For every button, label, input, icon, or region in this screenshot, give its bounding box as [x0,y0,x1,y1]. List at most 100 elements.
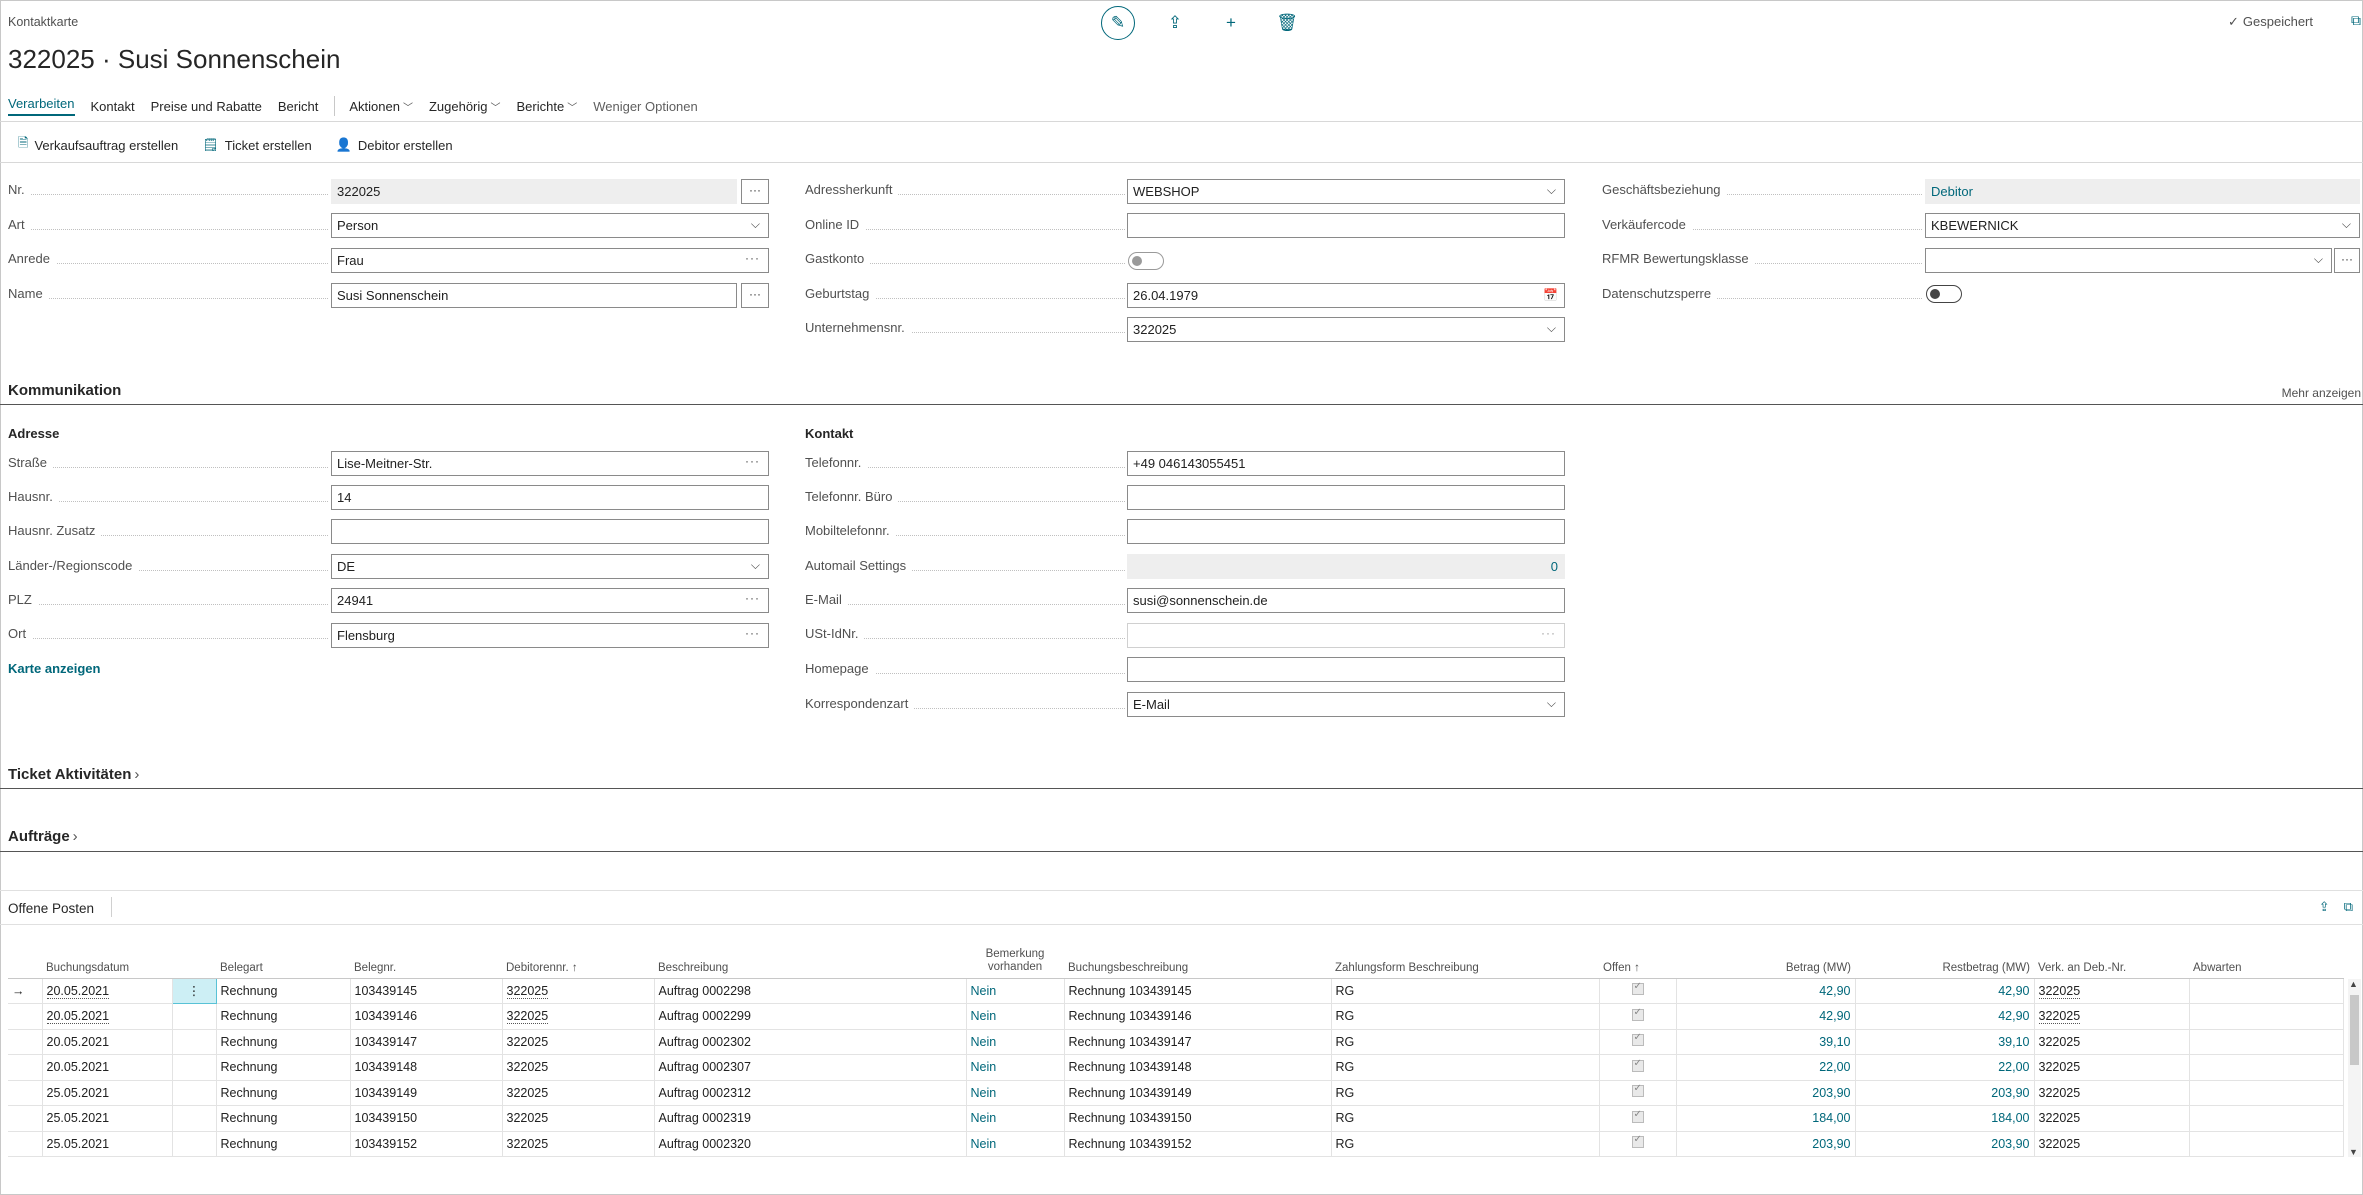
col-belegart[interactable]: Belegart [216,940,350,979]
rfmr-assist-button[interactable]: ··· [2334,248,2360,273]
automail-field[interactable]: 0 [1127,554,1565,579]
row-menu[interactable] [172,1105,217,1132]
homepage-field[interactable] [1127,657,1565,682]
ticket-aktivitaeten-header[interactable]: Ticket Aktivitäten › [8,766,139,783]
col-verk-an-deb[interactable]: Verk. an Deb.-Nr. [2034,940,2189,979]
geschaeftsbeziehung-field[interactable]: Debitor [1925,179,2360,204]
open-new-window-icon[interactable]: ⧉ [2351,12,2361,29]
cell-bemerkung[interactable]: Nein [966,1105,1065,1132]
cell-bemerkung-text[interactable]: Nein [971,984,997,998]
verkaeufercode-select[interactable]: KBEWERNICK ⌵ [1925,213,2360,238]
show-more-link[interactable]: Mehr anzeigen [2282,386,2361,400]
col-beschreibung[interactable]: Beschreibung [654,940,966,979]
create-debitor-button[interactable]: 👤 Debitor erstellen [336,137,453,153]
hausnr-zusatz-field[interactable] [331,519,769,544]
delete-trash-icon[interactable]: 🗑 [1269,6,1305,40]
row-menu[interactable] [172,1131,217,1157]
col-zahlungsform[interactable]: Zahlungsform Beschreibung [1331,940,1599,979]
nr-assist-button[interactable]: ··· [741,179,769,204]
row-menu[interactable]: ⋮ [171,977,217,1004]
cell-bemerkung-text[interactable]: Nein [971,1111,997,1125]
menu-verarbeiten[interactable]: Verarbeiten [8,96,75,116]
art-select[interactable]: Person ⌵ [331,213,769,238]
add-icon[interactable]: + [1213,6,1249,40]
cell-bemerkung-text[interactable]: Nein [971,1035,997,1049]
more-vertical-icon[interactable]: ⋮ [188,984,201,998]
share-icon[interactable]: ⇪ [1157,6,1193,40]
table-row[interactable]: 20.05.2021 Rechnung 103439147 322025 Auftrag… [8,1029,2344,1055]
open-new-window-icon[interactable]: ⧉ [2344,899,2353,915]
menu-berichte[interactable]: Berichte ﹀ [517,99,578,114]
cell-bemerkung[interactable]: Nein [966,1029,1065,1055]
unternehmensnr-select[interactable]: 322025 ⌵ [1127,317,1565,342]
share-icon[interactable]: ⇪ [2319,899,2330,915]
korrespondenz-select[interactable]: E-Mail ⌵ [1127,692,1565,717]
kommunikation-header[interactable]: Kommunikation [8,382,121,399]
cell-bemerkung[interactable]: Nein [966,1003,1065,1030]
gastkonto-toggle[interactable] [1128,252,1164,270]
table-row[interactable]: → 20.05.2021 ⋮ Rechnung 103439145 322025 Auftr… [8,977,2344,1004]
mobil-field[interactable] [1127,519,1565,544]
land-select[interactable]: DE ⌵ [331,554,769,579]
telefon-field[interactable]: +49 046143055451 [1127,451,1565,476]
auftraege-header[interactable]: Aufträge › [8,828,78,845]
adressherkunft-select[interactable]: WEBSHOP ⌵ [1127,179,1565,204]
menu-weniger-optionen[interactable]: Weniger Optionen [593,99,698,114]
create-sales-order-button[interactable]: 🗎 Verkaufsauftrag erstellen [18,134,178,156]
col-buchungsdatum[interactable]: Buchungsdatum [42,940,172,979]
cell-bemerkung[interactable]: Nein [966,978,1065,1004]
col-abwarten[interactable]: Abwarten [2189,940,2343,979]
scroll-up-icon[interactable]: ▲ [2349,979,2358,989]
create-ticket-button[interactable]: 🗒 Ticket erstellen [202,137,311,153]
strasse-field[interactable]: Lise-Meitner-Str. ··· [331,451,769,476]
plz-field[interactable]: 24941 ··· [331,588,769,613]
cell-bemerkung[interactable]: Nein [966,1054,1065,1081]
col-bemerkung[interactable]: Bemerkung vorhanden [966,940,1064,979]
edit-pencil-icon[interactable]: ✎ [1101,6,1135,40]
name-assist-button[interactable]: ··· [741,283,769,308]
nr-field[interactable]: 322025 [331,179,737,204]
col-restbetrag[interactable]: Restbetrag (MW) [1855,940,2034,979]
row-menu[interactable] [172,1029,217,1055]
scrollbar-thumb[interactable] [2350,995,2359,1065]
menu-zugehoerig[interactable]: Zugehörig ﹀ [429,99,501,114]
cell-bemerkung-text[interactable]: Nein [971,1137,997,1151]
grid-scrollbar[interactable]: ▲ ▼ [2348,979,2361,1157]
show-map-link[interactable]: Karte anzeigen [8,661,100,676]
geburtstag-field[interactable]: 26.04.1979 📅 [1127,283,1565,308]
col-belegnr[interactable]: Belegnr. [350,940,502,979]
scroll-down-icon[interactable]: ▼ [2349,1147,2358,1157]
menu-kontakt[interactable]: Kontakt [91,99,135,114]
datenschutz-toggle[interactable] [1926,285,1962,303]
table-row[interactable]: 25.05.2021 Rechnung 103439152 322025 Auftrag… [8,1131,2344,1157]
name-field[interactable]: Susi Sonnenschein [331,283,737,308]
col-debitorennr[interactable]: Debitorennr. ↑ [502,940,654,979]
anrede-field[interactable]: Frau ··· [331,248,769,273]
calendar-icon[interactable]: 📅 [1543,288,1558,302]
col-betrag[interactable]: Betrag (MW) [1676,940,1855,979]
table-row[interactable]: 20.05.2021 Rechnung 103439148 322025 Auftrag… [8,1054,2344,1081]
menu-preise-rabatte[interactable]: Preise und Rabatte [151,99,262,114]
cell-bemerkung-text[interactable]: Nein [971,1060,997,1074]
menu-bericht[interactable]: Bericht [278,99,318,114]
telefon-buero-field[interactable] [1127,485,1565,510]
table-row[interactable]: 25.05.2021 Rechnung 103439149 322025 Auftrag… [8,1080,2344,1106]
cell-bemerkung-text[interactable]: Nein [971,1086,997,1100]
table-row[interactable]: 20.05.2021 Rechnung 103439146 322025 Auftrag… [8,1003,2344,1030]
cell-bemerkung-text[interactable]: Nein [971,1009,997,1023]
online-id-field[interactable] [1127,213,1565,238]
table-row[interactable]: 25.05.2021 Rechnung 103439150 322025 Auftrag… [8,1105,2344,1132]
email-field[interactable]: susi@sonnenschein.de [1127,588,1565,613]
col-buchungsbeschreibung[interactable]: Buchungsbeschreibung [1064,940,1331,979]
ust-field[interactable]: ··· [1127,623,1565,648]
row-menu[interactable] [172,1080,217,1106]
row-menu[interactable] [172,1003,217,1030]
ort-field[interactable]: Flensburg ··· [331,623,769,648]
cell-bemerkung[interactable]: Nein [966,1131,1065,1157]
rfmr-select[interactable]: ⌵ [1925,248,2332,273]
col-offen[interactable]: Offen ↑ [1599,940,1676,979]
offene-posten-title[interactable]: Offene Posten [8,901,94,916]
hausnr-field[interactable]: 14 [331,485,769,510]
menu-aktionen[interactable]: Aktionen ﹀ [349,99,413,114]
row-menu[interactable] [172,1054,217,1081]
